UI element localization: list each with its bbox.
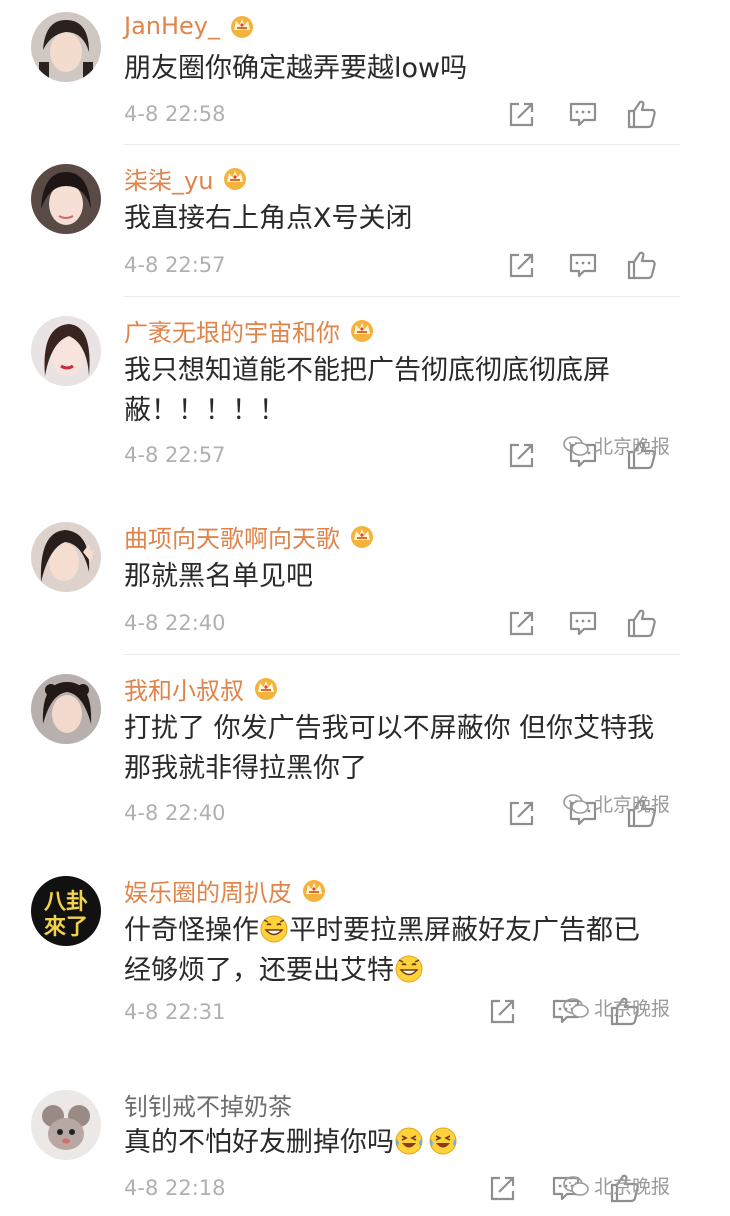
user-name-row: 广袤无垠的宇宙和你 [124,310,376,350]
share-icon[interactable] [486,994,520,1028]
comment-icon[interactable] [566,97,600,131]
wechat-icon [562,435,590,457]
share-icon[interactable] [505,438,539,472]
comment-actions [505,97,705,137]
share-icon[interactable] [505,796,539,830]
like-icon[interactable] [625,606,659,640]
like-icon[interactable] [625,248,659,282]
comment-text: 真的不怕好友删掉你吗 [124,1122,458,1164]
avatar-text: 八卦 [44,890,88,915]
comment-text: 我只想知道能不能把广告彻底彻底彻底屏 [124,355,610,386]
user-name-row: 我和小叔叔 [124,668,280,708]
user-name[interactable]: 我和小叔叔 [124,671,244,706]
avatar[interactable] [31,316,101,386]
user-name[interactable]: 曲项向天歌啊向天歌 [124,519,340,554]
share-icon[interactable] [505,606,539,640]
comment-time: 4-8 22:57 [124,443,226,467]
comment-time: 4-8 22:31 [124,1000,226,1024]
user-name[interactable]: 钊钊戒不掉奶茶 [124,1087,292,1122]
comment-actions [505,248,705,288]
user-name[interactable]: 广袤无垠的宇宙和你 [124,313,340,348]
user-name[interactable]: 柒柒_yu [124,161,213,196]
watermark: 北京晚报 [562,432,670,459]
avatar-text: 來了 [44,914,88,940]
user-name[interactable]: JanHey_ [124,12,220,40]
divider [124,296,680,297]
avatar[interactable]: 八卦 來了 [31,876,101,946]
comment-text-line2: 经够烦了，还要出艾特 [124,950,424,992]
like-icon[interactable] [625,97,659,131]
comment-item: 曲项向天歌啊向天歌 那就黑名单见吧 4-8 22:40 [0,516,730,656]
divider [124,654,680,655]
laugh-cry-emoji-icon [428,1126,458,1156]
wechat-icon [562,1175,590,1197]
watermark: 北京晚报 [562,994,670,1021]
comment-text: 什奇怪操作 平时要拉黑屏蔽好友广告都已 [124,914,640,946]
crown-icon [221,166,249,190]
crown-icon [228,14,256,38]
comment-item: 广袤无垠的宇宙和你 我只想知道能不能把广告彻底彻底彻底屏 蔽！！！！！ 4-8 … [0,310,730,500]
share-icon[interactable] [505,97,539,131]
comment-text: 打扰了 你发广告我可以不屏蔽你 但你艾特我 [124,713,655,744]
watermark: 北京晚报 [562,790,670,817]
comment-item: 八卦 來了 娱乐圈的周扒皮 什奇怪操作 平时要拉黑屏蔽好友广告都已 经够烦了，还要出… [0,870,730,1060]
comment-item: 钊钊戒不掉奶茶 真的不怕好友删掉你吗 4-8 22:18 北京晚报 [0,1084,730,1216]
crown-icon [300,878,328,902]
share-icon[interactable] [486,1171,520,1205]
share-icon[interactable] [505,248,539,282]
comment-time: 4-8 22:18 [124,1176,226,1200]
grin-emoji-icon [259,914,289,944]
divider [124,144,680,145]
comment-icon[interactable] [566,248,600,282]
comment-item: 柒柒_yu 我直接右上角点X号关闭 4-8 22:57 [0,158,730,298]
wechat-icon [562,793,590,815]
user-name-row: 娱乐圈的周扒皮 [124,870,328,910]
crown-icon [348,318,376,342]
comment-text-line2: 那我就非得拉黑你了 [124,753,367,784]
comment-text-line2: 蔽！！！！！ [124,395,286,426]
user-name-row: 曲项向天歌啊向天歌 [124,516,376,556]
comment-time: 4-8 22:40 [124,611,226,635]
avatar[interactable] [31,12,101,82]
user-name[interactable]: 娱乐圈的周扒皮 [124,873,292,908]
crown-icon [252,676,280,700]
comment-time: 4-8 22:40 [124,801,226,825]
laugh-cry-emoji-icon [394,1126,424,1156]
avatar[interactable] [31,164,101,234]
user-name-row: JanHey_ [124,6,256,46]
wechat-icon [562,997,590,1019]
comment-text: 朋友圈你确定越弄要越low吗 [124,53,468,84]
avatar[interactable] [31,674,101,744]
user-name-row: 柒柒_yu [124,158,249,198]
comment-item: JanHey_ 朋友圈你确定越弄要越low吗 4-8 22:58 [0,6,730,146]
user-name-row: 钊钊戒不掉奶茶 [124,1084,292,1124]
avatar[interactable] [31,522,101,592]
grin-emoji-icon [394,954,424,984]
avatar[interactable] [31,1090,101,1160]
watermark: 北京晚报 [562,1172,670,1199]
comment-icon[interactable] [566,606,600,640]
comment-time: 4-8 22:58 [124,102,226,126]
comment-time: 4-8 22:57 [124,253,226,277]
crown-icon [348,524,376,548]
comment-actions [505,606,705,646]
comment-item: 我和小叔叔 打扰了 你发广告我可以不屏蔽你 但你艾特我 那我就非得拉黑你了 4-… [0,668,730,858]
comment-text: 那就黑名单见吧 [124,561,313,592]
comment-text: 我直接右上角点X号关闭 [124,203,413,234]
